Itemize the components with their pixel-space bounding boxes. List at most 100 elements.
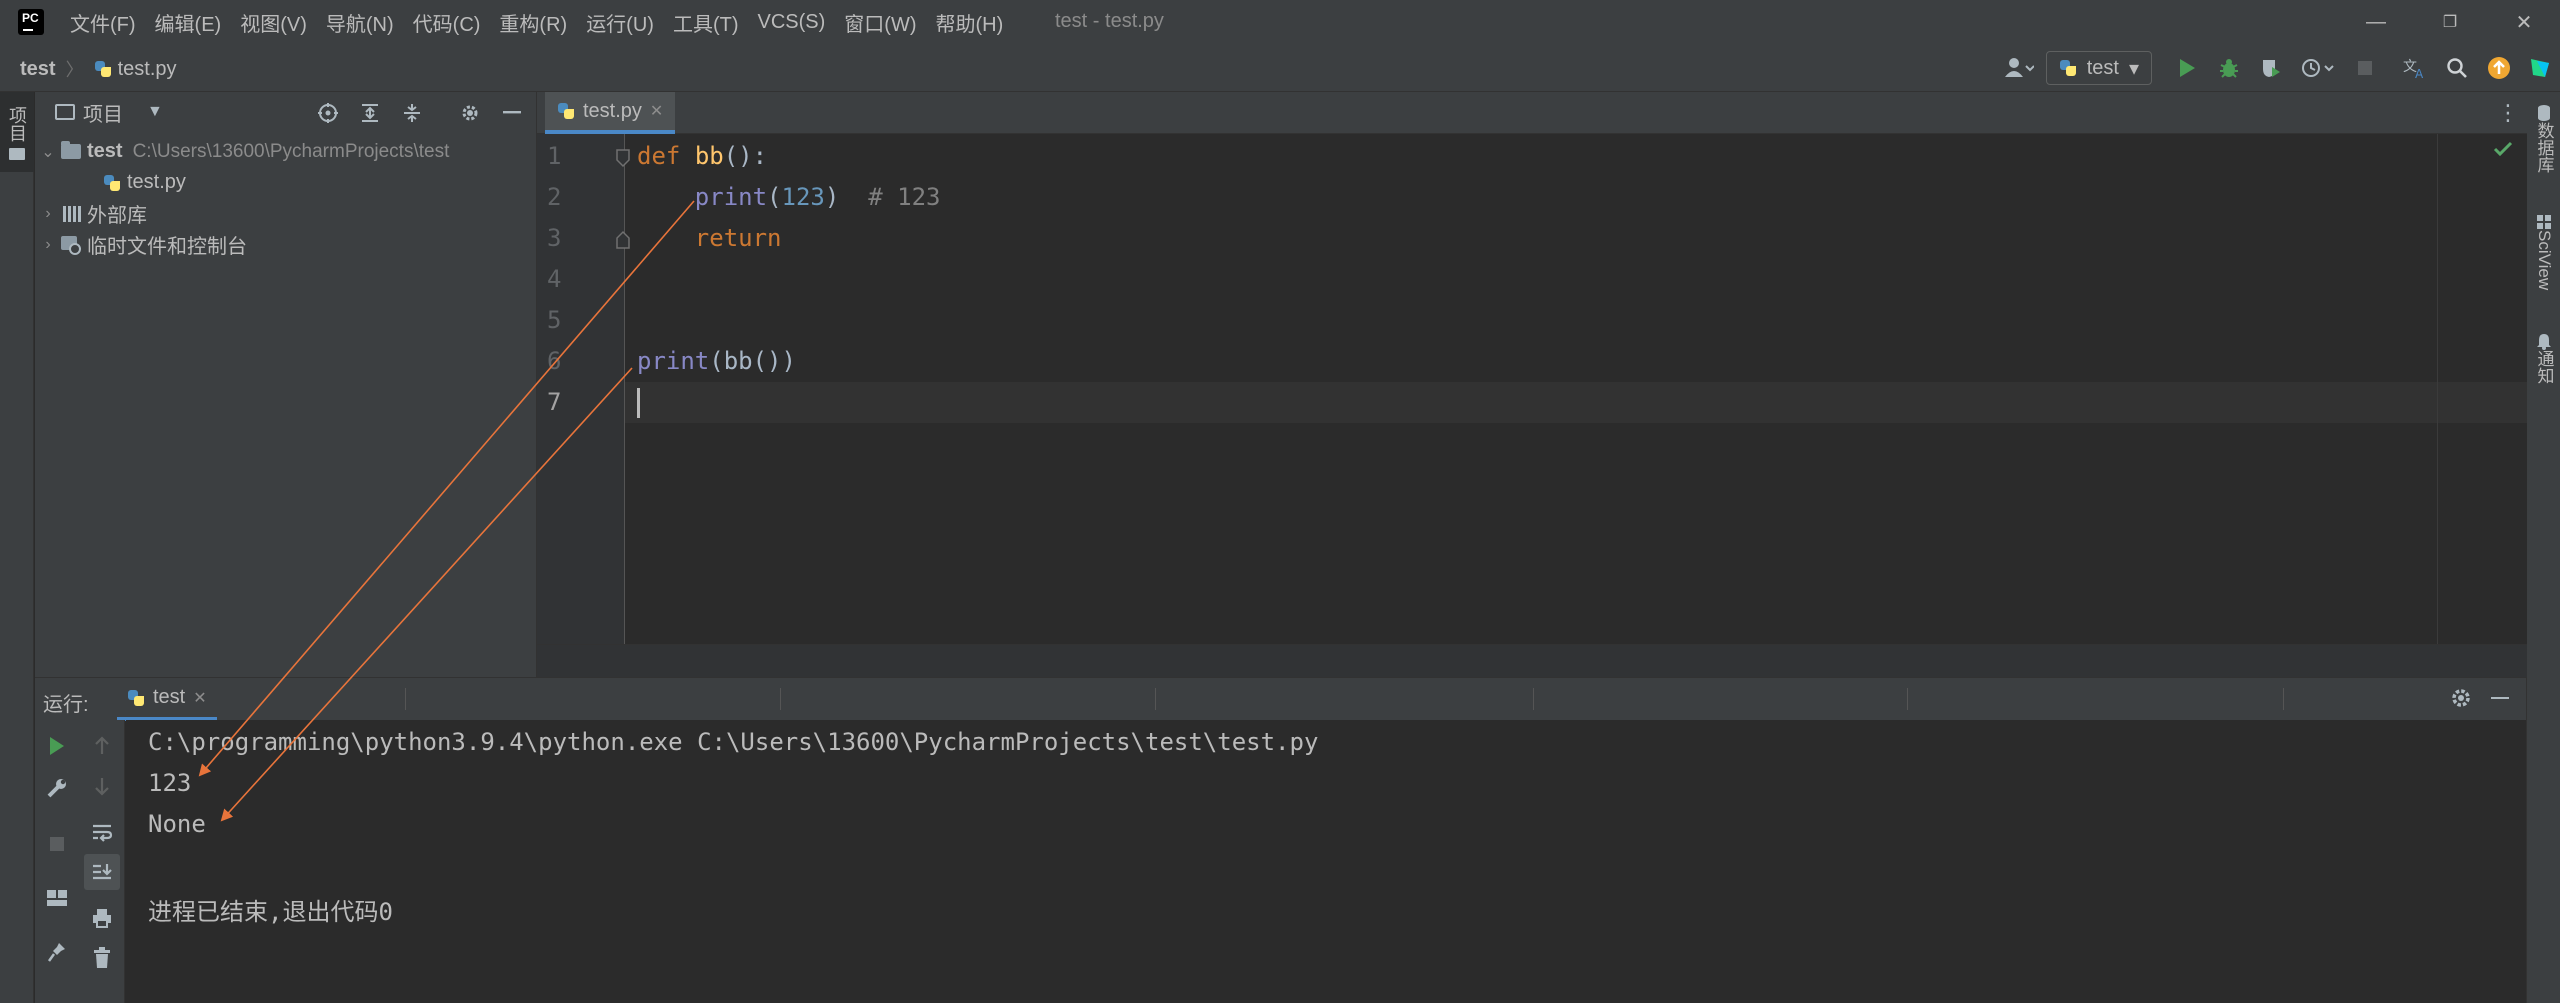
scratches-icon <box>61 235 81 255</box>
pycharm-logo-icon[interactable]: PC <box>18 9 44 35</box>
wrench-icon[interactable] <box>39 770 75 806</box>
breadcrumb: test 〉 test.py <box>20 56 177 82</box>
tree-item-scratches[interactable]: › 临时文件和控制台 <box>39 229 247 260</box>
run-panel-label: 运行: <box>43 694 89 716</box>
hide-panel-icon[interactable] <box>2491 697 2509 700</box>
close-window-button[interactable]: ✕ <box>2488 0 2560 44</box>
chevron-down-icon[interactable]: ⌄ <box>39 142 57 162</box>
search-icon[interactable] <box>2436 44 2478 92</box>
line-number: 2 <box>547 183 562 211</box>
editor-tab-test-py[interactable]: test.py ✕ <box>545 92 676 134</box>
tree-item-external-libraries[interactable]: › 外部库 <box>39 198 147 229</box>
restore-button[interactable]: ❐ <box>2414 0 2486 44</box>
line-number: 7 <box>547 388 562 416</box>
breadcrumb-file-label: test.py <box>117 57 177 80</box>
line-number: 6 <box>547 347 562 375</box>
window-title: test - test.py <box>1055 10 1164 32</box>
no-problems-check-icon[interactable] <box>2492 140 2514 158</box>
profile-run-icon[interactable] <box>2292 44 2344 92</box>
minimize-button[interactable]: — <box>2340 0 2412 44</box>
chevron-down-icon: ▾ <box>2128 57 2139 80</box>
breadcrumb-separator: 〉 <box>65 60 84 80</box>
notifications-tool-tab[interactable]: 通知 <box>2527 332 2560 384</box>
pin-icon[interactable] <box>39 934 75 970</box>
menu-navigate[interactable]: 导航(N) <box>326 8 394 37</box>
print-icon[interactable] <box>84 900 120 936</box>
folder-icon <box>61 141 81 159</box>
trash-icon[interactable] <box>84 940 120 976</box>
menu-refactor[interactable]: 重构(R) <box>499 8 567 37</box>
code-line-2: print(123) # 123 <box>694 183 941 211</box>
divider <box>1907 688 1908 710</box>
layout-icon[interactable] <box>39 880 75 916</box>
project-view-selector[interactable]: 项目 ▼ <box>55 98 163 127</box>
run-tab-label: test <box>153 686 186 708</box>
breadcrumb-file[interactable]: test.py <box>94 58 177 81</box>
menu-vcs[interactable]: VCS(S) <box>758 11 826 34</box>
close-tab-icon[interactable]: ✕ <box>193 688 206 708</box>
soft-wrap-icon[interactable] <box>84 814 120 850</box>
collapse-all-icon[interactable] <box>399 100 425 126</box>
project-tool-tab-label: 项目 <box>7 106 27 142</box>
sciview-tab-label: SciView <box>2535 230 2554 291</box>
menu-help[interactable]: 帮助(H) <box>936 8 1004 37</box>
tree-item-label: test.py <box>127 171 186 193</box>
tree-item-project-root[interactable]: ⌄ test C:\Users\13600\PycharmProjects\te… <box>39 136 449 167</box>
run-button[interactable] <box>2166 44 2208 92</box>
coverage-icon[interactable] <box>2250 44 2292 92</box>
run-configuration-selector[interactable]: test ▾ <box>2045 51 2152 85</box>
arrow-up-icon[interactable] <box>84 728 120 764</box>
close-tab-icon[interactable]: ✕ <box>650 101 663 121</box>
expand-all-icon[interactable] <box>357 100 383 126</box>
arrow-down-icon[interactable] <box>84 768 120 804</box>
sciview-tool-tab[interactable]: SciView <box>2527 214 2560 290</box>
run-console-output[interactable]: C:\programming\python3.9.4\python.exe C:… <box>126 720 2526 1003</box>
bell-icon <box>2537 334 2551 350</box>
scroll-to-end-icon[interactable] <box>84 854 120 890</box>
python-config-icon <box>2059 59 2077 77</box>
tree-item-test-py[interactable]: test.py <box>103 167 186 198</box>
menu-view[interactable]: 视图(V) <box>240 8 307 37</box>
python-file-icon <box>557 102 575 120</box>
divider <box>780 688 781 710</box>
database-tool-tab[interactable]: 数据库 <box>2527 104 2560 173</box>
chevron-right-icon[interactable]: › <box>39 236 57 254</box>
locate-file-icon[interactable] <box>315 100 341 126</box>
code-editor[interactable]: 1 2 3 4 5 6 7 def bb(): print(123) # 123… <box>537 134 2527 677</box>
current-line-highlight <box>625 382 2527 423</box>
fold-marker-icon[interactable] <box>615 148 631 168</box>
tree-item-label: 临时文件和控制台 <box>87 236 247 258</box>
chevron-right-icon[interactable]: › <box>39 205 57 223</box>
chevron-down-icon: ▼ <box>147 103 163 120</box>
code-line-6: print(bb()) <box>637 347 796 375</box>
user-account-icon[interactable] <box>1992 44 2046 92</box>
menu-file[interactable]: 文件(F) <box>70 8 136 37</box>
stop-icon[interactable] <box>39 826 75 862</box>
menu-bar: 文件(F) 编辑(E) 视图(V) 导航(N) 代码(C) 重构(R) 运行(U… <box>70 0 1003 44</box>
stop-icon[interactable] <box>2344 44 2386 92</box>
project-tool-tab[interactable]: 项目 <box>0 92 34 172</box>
python-file-icon <box>94 60 112 78</box>
run-tab-test[interactable]: test ✕ <box>117 678 217 721</box>
gear-icon[interactable] <box>2449 686 2473 715</box>
jetbrains-ai-icon[interactable] <box>2520 44 2560 92</box>
line-number: 3 <box>547 224 562 252</box>
menu-edit[interactable]: 编辑(E) <box>155 8 222 37</box>
menu-tools[interactable]: 工具(T) <box>673 8 739 37</box>
update-icon[interactable] <box>2478 44 2520 92</box>
fold-end-marker-icon[interactable] <box>615 230 631 250</box>
rerun-icon[interactable] <box>39 728 75 764</box>
menu-code[interactable]: 代码(C) <box>413 8 481 37</box>
breadcrumb-project[interactable]: test <box>20 58 56 81</box>
editor-breadcrumb-bar <box>537 644 2527 677</box>
console-line-exit-status: 进程已结束,退出代码0 <box>148 898 393 926</box>
main-toolbar: test ▾ 文A <box>1992 44 2560 92</box>
more-options-icon[interactable]: ⋮ <box>2497 100 2519 126</box>
translate-icon[interactable]: 文A <box>2394 44 2436 92</box>
gear-icon[interactable] <box>457 100 483 126</box>
hide-panel-icon[interactable] <box>499 100 525 126</box>
menu-window[interactable]: 窗口(W) <box>844 8 916 37</box>
debug-bug-icon[interactable] <box>2208 44 2250 92</box>
menu-run[interactable]: 运行(U) <box>586 8 654 37</box>
folder-icon <box>9 148 25 160</box>
